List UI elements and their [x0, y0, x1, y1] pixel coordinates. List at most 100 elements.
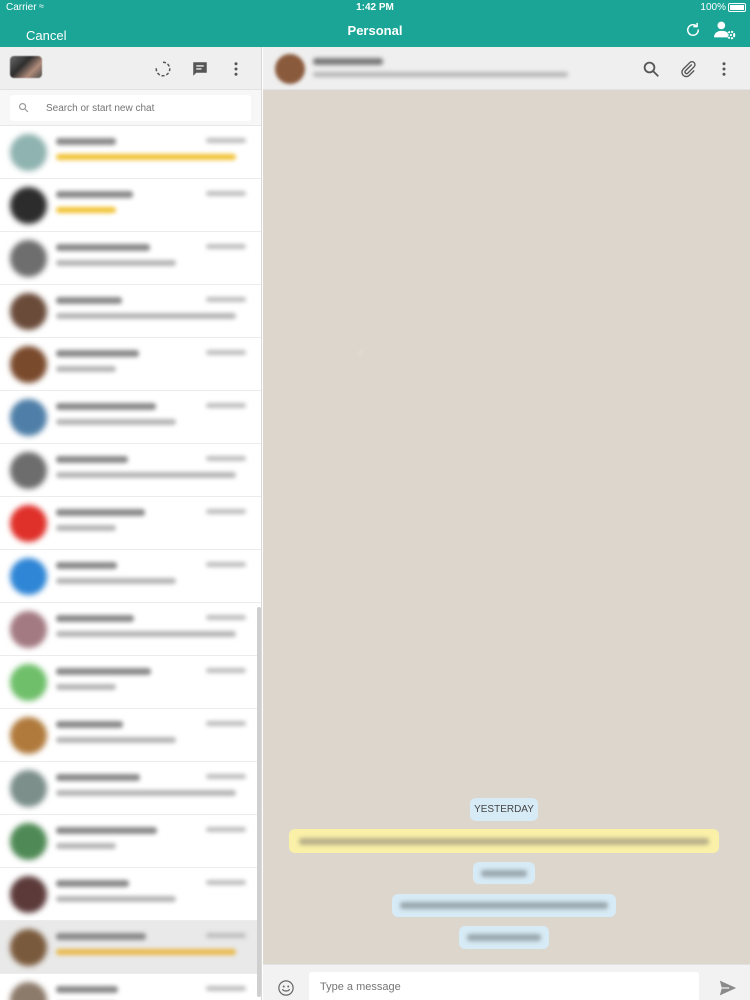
list-item[interactable] [0, 550, 261, 603]
chat-time-redacted [206, 350, 246, 355]
page-title: Personal [347, 23, 403, 38]
message-text-redacted [467, 934, 541, 941]
chat-time-redacted [206, 297, 246, 302]
chat-name-redacted [56, 297, 122, 304]
contact-name-redacted[interactable] [313, 58, 383, 65]
top-bar: Carrier ≈ 1:42 PM 100% Cancel Personal [0, 0, 750, 47]
chat-preview-redacted [56, 419, 176, 425]
avatar [10, 240, 47, 277]
avatar [10, 876, 47, 913]
status-bar: Carrier ≈ 1:42 PM 100% [0, 0, 750, 16]
menu-icon[interactable] [227, 60, 245, 78]
chat-time-redacted [206, 774, 246, 779]
chat-time-redacted [206, 244, 246, 249]
avatar [10, 770, 47, 807]
user-settings-icon[interactable] [713, 19, 737, 41]
list-item[interactable] [0, 285, 261, 338]
avatar [10, 558, 47, 595]
avatar [10, 452, 47, 489]
chat-name-redacted [56, 138, 116, 145]
chat-name-redacted [56, 350, 139, 357]
message-text-redacted [400, 902, 608, 909]
chat-preview-redacted [56, 154, 236, 160]
chat-preview-redacted [56, 260, 176, 266]
chat-time-redacted [206, 191, 246, 196]
list-item[interactable] [0, 656, 261, 709]
avatar [10, 399, 47, 436]
status-icon[interactable] [154, 60, 172, 78]
chat-name-redacted [56, 774, 140, 781]
chat-name-redacted [56, 244, 150, 251]
chat-name-redacted [56, 615, 134, 622]
chat-name-redacted [56, 933, 146, 940]
message-bubble[interactable] [392, 894, 616, 917]
chat-time-redacted [206, 615, 246, 620]
chat-name-redacted [56, 191, 133, 198]
chat-preview-redacted [56, 737, 176, 743]
chat-time-redacted [206, 668, 246, 673]
contact-status-redacted [313, 72, 568, 77]
chat-time-redacted [206, 509, 246, 514]
chat-time-redacted [206, 562, 246, 567]
avatar [10, 134, 47, 171]
avatar [10, 346, 47, 383]
list-item[interactable] [0, 232, 261, 285]
list-item[interactable] [0, 709, 261, 762]
message-bubble[interactable] [459, 926, 549, 949]
chat-name-redacted [56, 403, 156, 410]
battery-icon [728, 3, 746, 12]
avatar[interactable] [10, 56, 42, 78]
list-item[interactable] [0, 921, 261, 974]
search-input[interactable] [46, 99, 236, 117]
list-item[interactable] [0, 179, 261, 232]
message-text-redacted [299, 838, 709, 845]
message-bubble[interactable] [289, 829, 719, 853]
menu-icon[interactable] [715, 60, 733, 78]
send-icon[interactable] [718, 979, 738, 997]
list-item[interactable] [0, 444, 261, 497]
chat-name-redacted [56, 721, 123, 728]
chat-preview-redacted [56, 684, 116, 690]
attach-icon[interactable] [679, 60, 697, 78]
emoji-icon[interactable] [277, 979, 295, 997]
avatar[interactable] [275, 54, 305, 84]
list-item[interactable] [0, 603, 261, 656]
chat-list [0, 126, 261, 1000]
new-chat-icon[interactable] [191, 60, 209, 78]
search-bar [0, 90, 261, 126]
message-area: YESTERDAY [263, 90, 750, 964]
list-item[interactable] [0, 815, 261, 868]
list-item[interactable] [0, 391, 261, 444]
chat-name-redacted [56, 827, 157, 834]
chat-preview-redacted [56, 525, 116, 531]
list-item[interactable] [0, 762, 261, 815]
chat-name-redacted [56, 668, 151, 675]
chat-preview-redacted [56, 896, 176, 902]
date-divider: YESTERDAY [470, 798, 538, 821]
conversation-pane: YESTERDAY [263, 47, 750, 1000]
refresh-icon[interactable] [684, 21, 702, 39]
avatar [10, 982, 47, 1000]
list-item[interactable] [0, 338, 261, 391]
chat-time-redacted [206, 403, 246, 408]
chat-preview-redacted [56, 472, 236, 478]
message-bubble[interactable] [473, 862, 535, 884]
chat-preview-redacted [56, 366, 116, 372]
chat-preview-redacted [56, 843, 116, 849]
chat-time-redacted [206, 456, 246, 461]
chat-preview-redacted [56, 207, 116, 213]
message-input[interactable] [309, 972, 699, 1000]
list-item[interactable] [0, 868, 261, 921]
conversation-header [263, 47, 750, 90]
message-text-redacted [481, 870, 527, 877]
avatar [10, 717, 47, 754]
search-icon[interactable] [642, 60, 660, 78]
chat-name-redacted [56, 509, 145, 516]
list-item[interactable] [0, 126, 261, 179]
list-item[interactable] [0, 497, 261, 550]
list-item[interactable] [0, 974, 261, 1000]
avatar [10, 929, 47, 966]
avatar [10, 505, 47, 542]
scrollbar[interactable] [257, 607, 261, 997]
chat-name-redacted [56, 562, 117, 569]
